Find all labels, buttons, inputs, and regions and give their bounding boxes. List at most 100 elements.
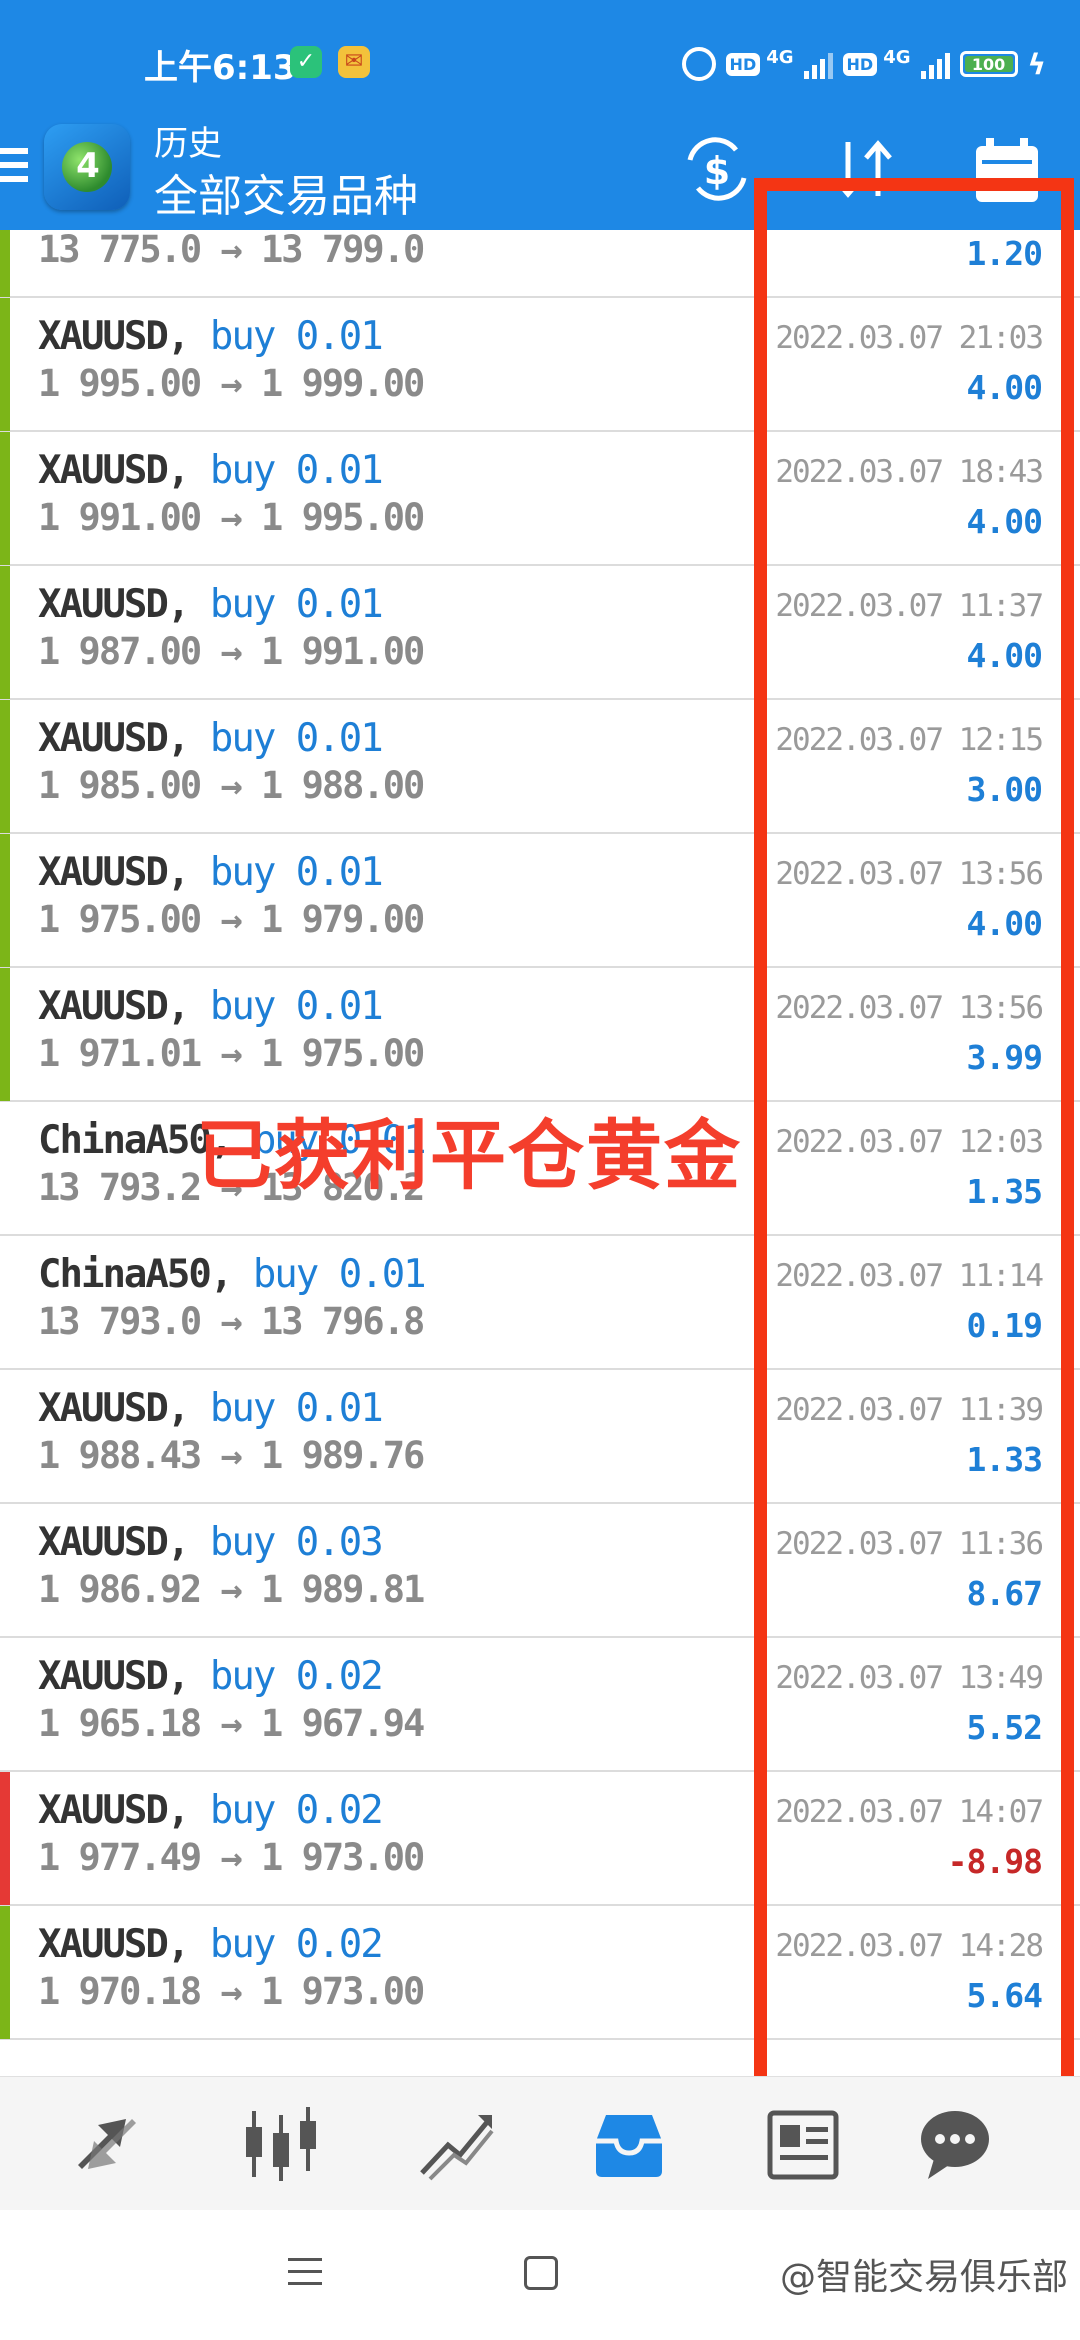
chat-tab[interactable] — [912, 2101, 998, 2187]
trade-tab[interactable] — [412, 2101, 498, 2187]
trade-profit: 0.19 — [966, 1306, 1043, 1345]
trade-profit: 1.35 — [966, 1172, 1043, 1211]
status-indicators: HD 4G HD 4G 100 ϟ — [681, 44, 1046, 84]
trade-row[interactable]: XAUUSD, buy 0.01 1 995.00 → 1 999.00 2022.… — [0, 298, 1080, 432]
trade-row[interactable]: XAUUSD, buy 0.02 1 965.18 → 1 967.94 2022.… — [0, 1638, 1080, 1772]
trade-profit: 5.64 — [966, 1976, 1043, 2015]
trade-prices: 1 991.00 → 1 995.00 — [38, 496, 425, 539]
status-time: 上午6:13 — [144, 48, 297, 88]
trade-prices: 1 977.49 → 1 973.00 — [38, 1836, 425, 1879]
currency-sort-icon[interactable]: $ — [680, 134, 754, 204]
trade-type: buy 0.01 — [209, 582, 384, 627]
symbol-name: XAUUSD, — [38, 1386, 190, 1431]
network-label-2: 4G — [883, 46, 911, 68]
quotes-icon — [78, 2119, 136, 2169]
trade-profit: 8.67 — [966, 1574, 1043, 1613]
trade-row[interactable]: XAUUSD, buy 0.01 1 991.00 → 1 995.00 2022.… — [0, 432, 1080, 566]
trade-symbol: XAUUSD, buy 0.01 — [38, 716, 384, 761]
trade-type: buy 0.01 — [209, 448, 384, 493]
trade-profit: 5.52 — [966, 1708, 1043, 1747]
news-icon — [767, 2110, 839, 2180]
hd-icon: HD — [725, 52, 761, 76]
app-bar: 4 历史 全部交易品种 $ — [0, 112, 1080, 230]
trade-row[interactable]: XAUUSD, buy 0.01 1 988.43 → 1 989.76 2022.… — [0, 1370, 1080, 1504]
hd-icon-2: HD — [842, 52, 878, 76]
trade-prices: 1 975.00 → 1 979.00 — [38, 898, 425, 941]
trade-profit: 1.20 — [966, 234, 1043, 273]
trade-prices: 1 971.01 → 1 975.00 — [38, 1032, 425, 1075]
trade-prices: 1 965.18 → 1 967.94 — [38, 1702, 425, 1745]
symbol-name: XAUUSD, — [38, 984, 190, 1029]
trade-symbol: XAUUSD, buy 0.02 — [38, 1788, 384, 1833]
trade-time: 2022.03.07 12:15 — [775, 722, 1044, 758]
trade-time: 2022.03.07 12:03 — [775, 1124, 1044, 1160]
sort-icon[interactable] — [826, 134, 900, 204]
recent-apps-button[interactable] — [288, 2258, 322, 2288]
system-nav-bar: @智能交易俱乐部 — [0, 2210, 1080, 2340]
home-button[interactable] — [524, 2256, 558, 2290]
symbol-name: XAUUSD, — [38, 850, 190, 895]
status-indicator — [0, 432, 10, 565]
trade-time: 2022.03.07 18:43 — [775, 454, 1044, 490]
trade-prices: 1 970.18 → 1 973.00 — [38, 1970, 425, 2013]
trend-icon — [420, 2115, 494, 2181]
trade-symbol: ChinaA50, buy 0.01 — [38, 1252, 427, 1297]
trade-prices: 1 986.92 → 1 989.81 — [38, 1568, 425, 1611]
battery-level: 100 — [971, 54, 1006, 74]
battery-icon: 100 — [959, 51, 1018, 77]
trade-prices: 1 987.00 → 1 991.00 — [38, 630, 425, 673]
trade-prices: 1 985.00 → 1 988.00 — [38, 764, 425, 807]
status-indicator — [0, 1772, 10, 1905]
trade-type: buy 0.01 — [209, 850, 384, 895]
trade-row[interactable]: XAUUSD, buy 0.01 1 971.01 → 1 975.00 2022.… — [0, 968, 1080, 1102]
trade-time: 2022.03.07 11:37 — [775, 588, 1044, 624]
chart-tab[interactable] — [238, 2101, 324, 2187]
symbol-name: XAUUSD, — [38, 448, 190, 493]
trade-row[interactable]: XAUUSD, buy 0.02 1 970.18 → 1 973.00 2022.… — [0, 1906, 1080, 2040]
history-tab[interactable] — [586, 2101, 672, 2187]
trade-row[interactable]: ChinaA50, buy 0.01 13 793.0 → 13 796.8 202… — [0, 1236, 1080, 1370]
trade-symbol: XAUUSD, buy 0.01 — [38, 1386, 384, 1431]
trade-symbol: XAUUSD, buy 0.01 — [38, 448, 384, 493]
trade-row[interactable]: XAUUSD, buy 0.01 1 987.00 → 1 991.00 2022.… — [0, 566, 1080, 700]
trade-type: buy 0.02 — [209, 1922, 384, 1967]
trade-row[interactable]: XAUUSD, buy 0.01 1 975.00 → 1 979.00 2022.… — [0, 834, 1080, 968]
status-indicator — [0, 1638, 10, 1771]
trade-row[interactable]: ChinaA50, buy 0.0113 775.0 → 13 799.0202… — [0, 230, 1080, 298]
symbol-name: XAUUSD, — [38, 1520, 190, 1565]
symbol-name: XAUUSD, — [38, 716, 190, 761]
trade-profit: 3.99 — [966, 1038, 1043, 1077]
news-tab[interactable] — [760, 2101, 846, 2187]
trade-time: 2022.03.07 21:03 — [775, 320, 1044, 356]
trade-time: 2022.03.07 13:56 — [775, 856, 1044, 892]
page-title[interactable]: 全部交易品种 — [154, 160, 418, 224]
symbol-name: XAUUSD, — [38, 1654, 190, 1699]
trade-time: 2022.03.07 11:39 — [775, 1392, 1044, 1428]
calendar-icon[interactable] — [970, 134, 1044, 204]
charging-icon: ϟ — [1027, 47, 1046, 81]
trade-type: buy 0.01 — [209, 314, 384, 359]
trade-symbol: XAUUSD, buy 0.02 — [38, 1654, 384, 1699]
trade-symbol: XAUUSD, buy 0.01 — [38, 850, 384, 895]
trade-row[interactable]: XAUUSD, buy 0.01 1 985.00 → 1 988.00 2022.… — [0, 700, 1080, 834]
trade-profit: 4.00 — [966, 502, 1043, 541]
trade-type: buy 0.01 — [209, 984, 384, 1029]
trade-time: 2022.03.07 11:14 — [775, 1258, 1044, 1294]
menu-icon[interactable] — [0, 148, 30, 192]
trade-row[interactable]: XAUUSD, buy 0.03 1 986.92 → 1 989.81 2022.… — [0, 1504, 1080, 1638]
trade-row[interactable]: XAUUSD, buy 0.02 1 977.49 → 1 973.00 2022.… — [0, 1772, 1080, 1906]
symbol-name: XAUUSD, — [38, 1922, 190, 1967]
status-indicator — [0, 834, 10, 967]
status-indicator — [0, 968, 10, 1101]
trade-type: buy 0.03 — [209, 1520, 384, 1565]
page-subtitle: 历史 — [154, 124, 222, 164]
app-logo-icon: 4 — [44, 124, 130, 210]
trade-type: buy 0.01 — [209, 716, 384, 761]
quotes-tab[interactable] — [64, 2101, 150, 2187]
trade-time: 2022.03.07 11:36 — [775, 1526, 1044, 1562]
status-indicator — [0, 1370, 10, 1503]
candlestick-icon — [246, 2107, 316, 2181]
trade-profit: 4.00 — [966, 368, 1043, 407]
status-indicator — [0, 298, 10, 431]
mail-icon: ✉ — [338, 46, 370, 78]
